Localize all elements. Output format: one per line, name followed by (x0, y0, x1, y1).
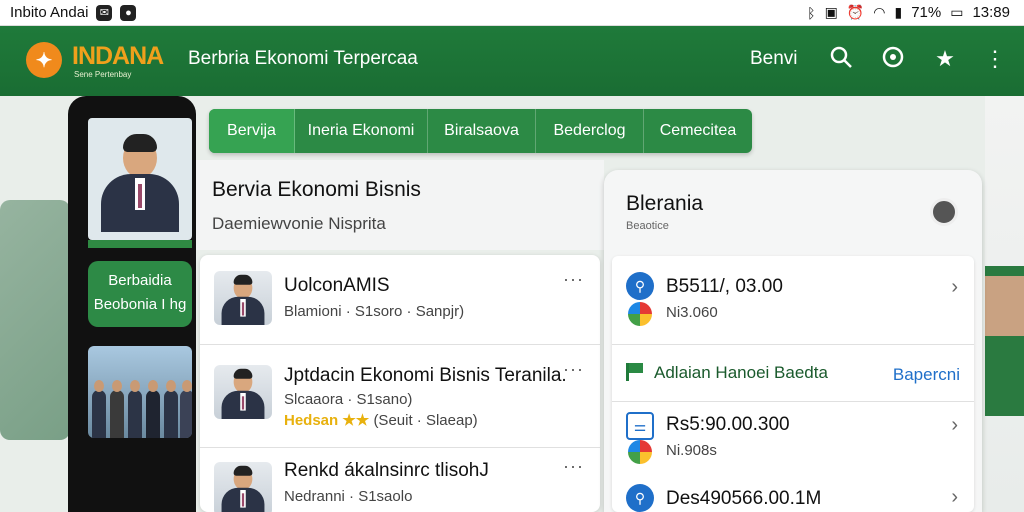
chevron-right-icon[interactable]: › (951, 486, 958, 509)
profile-photo (88, 118, 192, 240)
meeting-photo (88, 346, 192, 438)
notification-icon: ✉ (96, 4, 113, 21)
item-thumbnail (214, 462, 272, 512)
app-title: Berbria Ekonomi Terpercaa (188, 48, 418, 69)
section-label: Adlaian Hanoei Baedta (654, 363, 828, 382)
transaction-amount: Rs5:90.00.300 (666, 414, 790, 435)
avatar[interactable] (930, 198, 958, 226)
item-subtitle: Blamioni · S1soro · Sanpjr) (284, 303, 465, 320)
item-thumbnail (214, 365, 272, 419)
section-link[interactable]: Bapercni (893, 365, 960, 385)
item-rating: Hedsan ★★ (Seuit · Slaeap) (284, 411, 478, 429)
signal-icon: ▮ (894, 4, 903, 20)
settings-icon[interactable] (878, 44, 908, 74)
logo-text: INDANA (72, 42, 164, 70)
category-tabs: Bervija Ineria Ekonomi Biralsaova Bederc… (209, 109, 752, 153)
transaction-amount: B5511/, 03.00 (666, 276, 783, 297)
category-icon (628, 440, 652, 464)
transaction-row[interactable]: ⚲ B5511/, 03.00 Ni3.060 › (612, 256, 974, 342)
list-item[interactable]: Jptdacin Ekonomi Bisnis Teranila. Slcaao… (200, 345, 600, 448)
alarm-icon: ⏰ (846, 4, 865, 20)
item-subtitle: Nedranni · S1saolo (284, 488, 413, 505)
category-icon (628, 302, 652, 326)
list-item[interactable]: Renkd ákalnsinrc tlisohJ Nedranni · S1sa… (200, 448, 600, 512)
tab-cemecitea[interactable]: Cemecitea (644, 109, 752, 153)
tab-biralsaova[interactable]: Biralsaova (428, 109, 536, 153)
transaction-sub: Ni3.060 (666, 304, 718, 321)
clock: 13:89 (972, 4, 1010, 21)
chevron-right-icon[interactable]: › (951, 276, 958, 299)
phone-preview: Berbaidia Beobonia I hg (68, 96, 196, 512)
item-more-icon[interactable]: ··· (563, 456, 584, 477)
item-title: Renkd ákalnsinrc tlisohJ (284, 460, 489, 481)
section-row: Adlaian Hanoei Baedta Bapercni (612, 344, 974, 402)
item-more-icon[interactable]: ··· (563, 269, 584, 290)
news-list: UolconAMIS Blamioni · S1soro · Sanpjr) ·… (200, 255, 600, 512)
tab-ineria-ekonomi[interactable]: Ineria Ekonomi (295, 109, 428, 153)
screenshot-icon: ▣ (824, 4, 838, 20)
transaction-row[interactable]: ⚲ Des490566.00.1M › (612, 474, 974, 512)
bicycle-icon: ⚲ (626, 484, 654, 512)
star-icon[interactable]: ★ (930, 44, 960, 74)
nfc-icon: ᛒ (807, 4, 816, 21)
more-icon[interactable]: ⋮ (980, 44, 1010, 74)
page-title: Bervia Ekonomi Bisnis (212, 178, 421, 201)
logo-icon: ✦ (26, 42, 62, 78)
account-panel: Blerania Beaotice ⚲ B5511/, 03.00 Ni3.06… (604, 170, 982, 512)
receipt-icon: ⚌ (626, 412, 654, 440)
item-subtitle: Slcaaora · S1sano) (284, 391, 413, 408)
page-subtitle: Daemiewvonie Nisprita (212, 214, 386, 233)
chevron-right-icon[interactable]: › (951, 414, 958, 437)
background-blur-left (0, 200, 70, 440)
star-icon: ★★ (342, 412, 370, 429)
panel-subtitle: Beaotice (626, 220, 669, 232)
logo-subtitle: Sene Pertenbay (74, 70, 132, 79)
transaction-sub: Ni.908s (666, 442, 717, 459)
phone-button-line-2: Beobonia I hg (93, 296, 187, 313)
search-icon[interactable] (826, 44, 856, 74)
phone-action-button[interactable]: Berbaidia Beobonia I hg (88, 261, 192, 327)
user-menu[interactable]: Benvi (750, 48, 798, 70)
carrier-label: Inbito Andai (10, 4, 89, 21)
item-title: Jptdacin Ekonomi Bisnis Teranila. (284, 365, 567, 386)
battery-percent: 71% (911, 4, 942, 21)
transaction-list: ⚲ B5511/, 03.00 Ni3.060 › Adlaian Hanoei… (612, 256, 974, 512)
section-header: Bervia Ekonomi Bisnis Daemiewvonie Nispr… (196, 160, 604, 250)
status-bar: Inbito Andai ✉ ● ᛒ ▣ ⏰ ◠ ▮ 71% ▭ 13:89 (0, 0, 1024, 26)
transaction-amount: Des490566.00.1M (666, 488, 822, 509)
item-more-icon[interactable]: ··· (563, 359, 584, 380)
rating-tail: (Seuit · Slaeap) (373, 412, 478, 429)
flag-icon (626, 363, 646, 381)
item-thumbnail (214, 271, 272, 325)
list-item[interactable]: UolconAMIS Blamioni · S1soro · Sanpjr) ·… (200, 255, 600, 345)
item-title: UolconAMIS (284, 275, 390, 296)
rating-label: Hedsan (284, 412, 339, 429)
panel-title: Blerania (626, 192, 704, 215)
app-bar: ✦ INDANA Sene Pertenbay Berbria Ekonomi … (0, 26, 1024, 96)
bicycle-icon: ⚲ (626, 272, 654, 300)
app-icon: ● (120, 4, 137, 21)
battery-icon: ▭ (950, 4, 964, 20)
tab-bederclog[interactable]: Bederclog (536, 109, 644, 153)
wifi-icon: ◠ (873, 4, 886, 20)
transaction-row[interactable]: ⚌ Rs5:90.00.300 Ni.908s › (612, 402, 974, 474)
background-blur-right (985, 96, 1024, 512)
tab-bervija[interactable]: Bervija (209, 109, 295, 153)
phone-button-line-1: Berbaidia (108, 272, 172, 289)
